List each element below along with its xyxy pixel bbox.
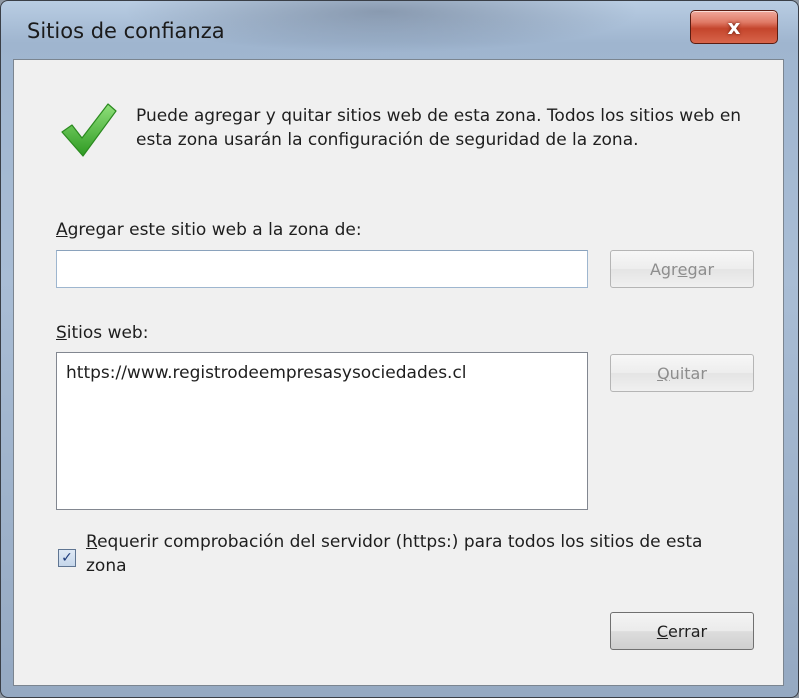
close-icon: x [727,15,741,39]
remove-button[interactable]: Quitar [610,354,754,392]
dialog-window: Sitios de confianza x Puede agregar y qu… [0,0,799,698]
window-title: Sitios de confianza [27,19,225,43]
title-bar[interactable]: Sitios de confianza x [1,1,798,57]
websites-list[interactable]: https://www.registrodeempresasysociedade… [56,352,588,510]
add-site-input[interactable] [56,250,588,288]
green-checkmark-icon [61,103,117,157]
websites-label: Sitios web: [56,323,149,343]
dialog-content: Puede agregar y quitar sitios web de est… [13,59,784,686]
list-item[interactable]: https://www.registrodeempresasysociedade… [57,353,587,383]
add-button[interactable]: Agr e gar [610,250,754,288]
close-window-button[interactable]: x [690,10,778,44]
close-button[interactable]: Cerrar [610,612,754,650]
add-site-label: Agregar este sitio web a la zona de: [56,220,362,240]
zone-description: Puede agregar y quitar sitios web de est… [136,106,742,150]
checkmark-icon: ✓ [61,550,73,566]
require-https-label[interactable]: Requerir comprobación del servidor (http… [86,530,716,578]
require-https-checkbox[interactable]: ✓ [58,549,76,567]
